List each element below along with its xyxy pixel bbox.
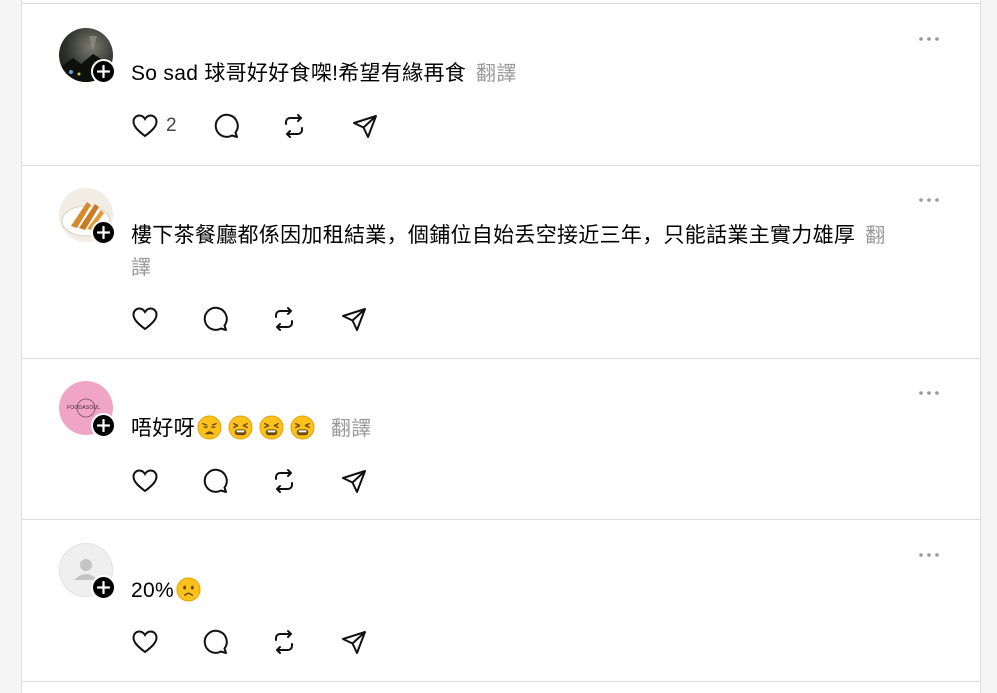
post-body: 唔好呀 xyxy=(131,417,195,440)
comment-icon xyxy=(203,629,228,654)
send-icon xyxy=(342,470,366,493)
worried-face-emoji-icon xyxy=(176,577,201,602)
plus-icon xyxy=(97,581,110,594)
like-count: 2 xyxy=(166,115,177,136)
send-icon xyxy=(342,631,366,654)
comment-icon xyxy=(203,306,228,331)
reply-button[interactable] xyxy=(201,628,229,656)
post-body: 20% xyxy=(131,579,174,602)
repost-button[interactable] xyxy=(270,305,298,333)
send-icon xyxy=(353,115,377,138)
post-text: 樓下茶餐廳都係因加租結業，個鋪位自始丢空接近三年，只能話業主實力雄厚 翻譯 xyxy=(131,220,891,284)
reply-button[interactable] xyxy=(201,467,229,495)
share-button[interactable] xyxy=(351,112,379,140)
repost-icon xyxy=(275,630,293,654)
post-text: 20% xyxy=(131,575,891,606)
follow-plus-button[interactable] xyxy=(91,413,116,438)
post-text: So sad 球哥好好食㗎!希望有緣再食 翻譯 xyxy=(131,58,891,90)
more-options-icon[interactable] xyxy=(918,388,940,398)
share-button[interactable] xyxy=(340,628,368,656)
tired-face-emoji-icon xyxy=(228,415,253,440)
plus-icon xyxy=(97,419,110,432)
heart-icon xyxy=(132,114,158,138)
post-body: So sad 球哥好好食㗎!希望有緣再食 xyxy=(131,62,467,85)
post-actions xyxy=(131,467,391,495)
reply-button[interactable] xyxy=(201,305,229,333)
follow-plus-button[interactable] xyxy=(91,220,116,245)
more-options-icon[interactable] xyxy=(918,34,940,44)
repost-button[interactable] xyxy=(270,628,298,656)
repost-button[interactable] xyxy=(270,467,298,495)
weary-face-emoji-icon xyxy=(197,415,222,440)
post-divider xyxy=(22,681,980,682)
reply-button[interactable] xyxy=(212,112,240,140)
heart-icon xyxy=(132,307,158,331)
like-button[interactable] xyxy=(131,305,159,333)
post-text: 唔好呀 翻譯 xyxy=(131,413,891,445)
post: So sad 球哥好好食㗎!希望有緣再食 翻譯 2 xyxy=(22,0,980,165)
post-actions xyxy=(131,305,391,333)
post-body: 樓下茶餐廳都係因加租結業，個鋪位自始丢空接近三年，只能話業主實力雄厚 xyxy=(131,224,856,247)
comment-icon xyxy=(214,113,239,138)
repost-button[interactable] xyxy=(280,112,308,140)
plus-icon xyxy=(97,65,110,78)
post: FOODASOUL 唔好呀 翻譯 xyxy=(22,359,980,519)
post: 樓下茶餐廳都係因加租結業，個鋪位自始丢空接近三年，只能話業主實力雄厚 翻譯 xyxy=(22,166,980,358)
avatar-logo-text: FOODASOUL xyxy=(67,405,101,411)
post-actions xyxy=(131,628,391,656)
more-options-icon[interactable] xyxy=(918,195,940,205)
like-button[interactable] xyxy=(131,467,159,495)
tired-face-emoji-icon xyxy=(259,415,284,440)
repost-icon xyxy=(285,114,303,138)
heart-icon xyxy=(132,469,158,493)
repost-icon xyxy=(275,469,293,493)
post-actions: 2 xyxy=(131,112,391,140)
threads-feed: So sad 球哥好好食㗎!希望有緣再食 翻譯 2 樓下茶餐廳都係因加租結業，個… xyxy=(21,0,981,693)
send-icon xyxy=(342,308,366,331)
share-button[interactable] xyxy=(340,305,368,333)
follow-plus-button[interactable] xyxy=(91,59,116,84)
post: 20% xyxy=(22,520,980,680)
share-button[interactable] xyxy=(340,467,368,495)
heart-icon xyxy=(132,630,158,654)
like-button[interactable] xyxy=(131,112,159,140)
comment-icon xyxy=(203,468,228,493)
repost-icon xyxy=(275,307,293,331)
like-button[interactable] xyxy=(131,628,159,656)
more-options-icon[interactable] xyxy=(918,550,940,560)
translate-link[interactable]: 翻譯 xyxy=(476,63,517,85)
translate-link[interactable]: 翻譯 xyxy=(331,418,372,440)
tired-face-emoji-icon xyxy=(290,415,315,440)
follow-plus-button[interactable] xyxy=(91,575,116,600)
plus-icon xyxy=(97,226,110,239)
